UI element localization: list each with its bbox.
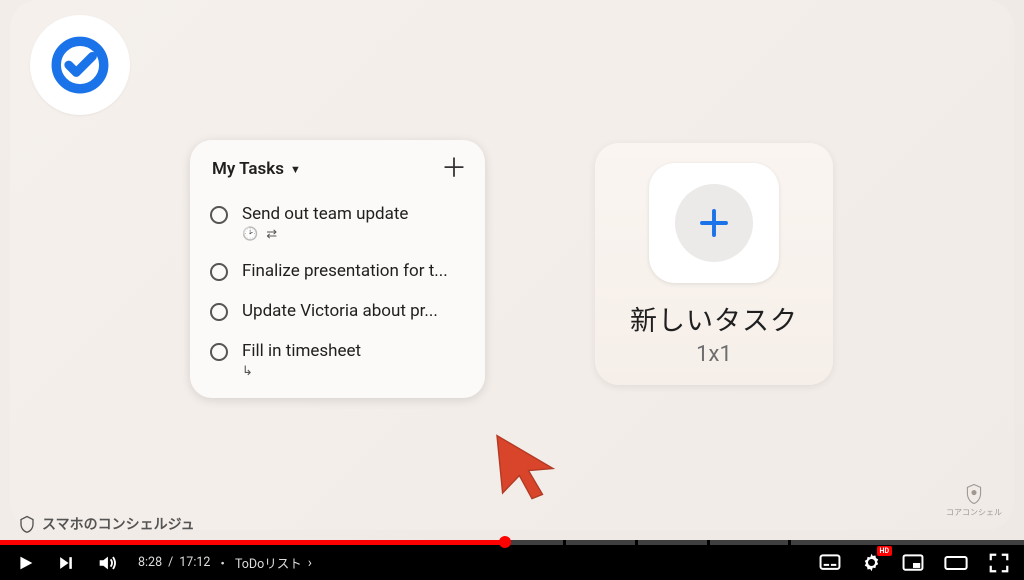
tasks-title: My Tasks xyxy=(212,159,284,179)
tasks-widget[interactable]: My Tasks ▼ ＋ Send out team update 🕑 ⇄ Final… xyxy=(190,140,485,398)
new-task-widget[interactable]: 新しいタスク 1x1 xyxy=(595,143,833,385)
fullscreen-button[interactable] xyxy=(988,552,1010,574)
watermark-text: コアコンシェル xyxy=(946,507,1002,518)
add-task-icon[interactable]: ＋ xyxy=(441,156,467,182)
new-task-label: 新しいタスク xyxy=(611,299,817,338)
repeat-icon: ⇄ xyxy=(266,228,277,241)
new-task-button[interactable] xyxy=(649,163,779,283)
tasks-list-selector[interactable]: My Tasks ▼ xyxy=(212,159,301,179)
task-checkbox[interactable] xyxy=(210,263,228,281)
task-checkbox[interactable] xyxy=(210,343,228,361)
task-text: Send out team update xyxy=(242,204,465,224)
task-row[interactable]: Send out team update 🕑 ⇄ xyxy=(208,194,467,251)
channel-watermark[interactable]: コアコンシェル xyxy=(946,483,1002,518)
time-display[interactable]: 8:28 / 17:12 ・ ToDoリスト › xyxy=(138,553,312,572)
task-row[interactable]: Update Victoria about pr... xyxy=(208,291,467,331)
task-row[interactable]: Finalize presentation for t... xyxy=(208,251,467,291)
plus-icon xyxy=(696,205,732,241)
subtask-icon: ↳ xyxy=(242,365,253,378)
task-row[interactable]: Fill in timesheet ↳ xyxy=(208,331,467,388)
chapter-title: ToDoリスト xyxy=(235,553,302,572)
new-task-button-inner xyxy=(675,184,753,262)
play-button[interactable] xyxy=(14,552,36,574)
task-text: Update Victoria about pr... xyxy=(242,301,465,321)
channel-name: スマホのコンシェルジュ xyxy=(42,514,195,534)
task-text: Finalize presentation for t... xyxy=(242,261,465,281)
volume-button[interactable] xyxy=(96,552,118,574)
tasks-widget-header: My Tasks ▼ ＋ xyxy=(208,156,467,182)
chevron-right-icon: › xyxy=(308,555,312,571)
duration: 17:12 xyxy=(179,555,210,570)
app-logo-badge xyxy=(30,15,130,115)
player-controls: 8:28 / 17:12 ・ ToDoリスト › HD xyxy=(0,545,1024,580)
task-text: Fill in timesheet xyxy=(242,341,465,361)
settings-button[interactable]: HD xyxy=(861,552,882,573)
tasks-logo-icon xyxy=(50,35,110,95)
subtitles-button[interactable] xyxy=(819,554,841,572)
next-button[interactable] xyxy=(56,553,76,573)
task-checkbox[interactable] xyxy=(210,206,228,224)
theater-button[interactable] xyxy=(944,554,968,572)
current-time: 8:28 xyxy=(138,555,162,570)
video-frame: My Tasks ▼ ＋ Send out team update 🕑 ⇄ Final… xyxy=(0,0,1024,540)
hd-badge: HD xyxy=(877,546,893,556)
cursor-arrow-icon xyxy=(490,430,560,500)
miniplayer-button[interactable] xyxy=(902,554,924,572)
clock-icon: 🕑 xyxy=(242,228,258,241)
new-task-size: 1x1 xyxy=(611,342,817,367)
caret-down-icon: ▼ xyxy=(290,163,301,176)
task-checkbox[interactable] xyxy=(210,303,228,321)
channel-overlay: スマホのコンシェルジュ xyxy=(18,514,195,534)
